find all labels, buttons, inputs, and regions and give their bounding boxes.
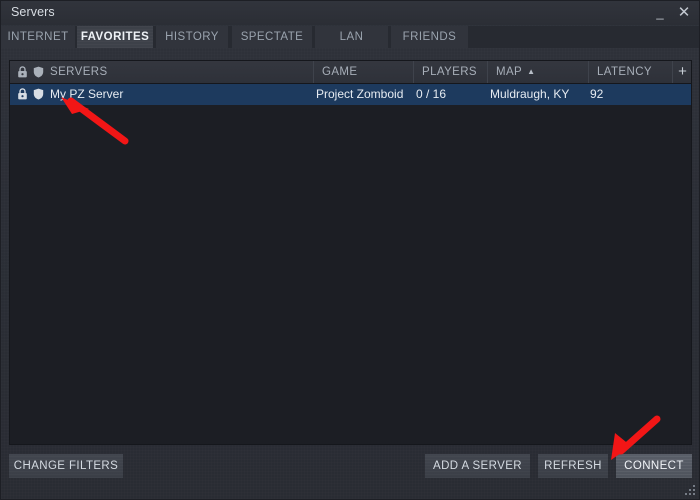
tab-favorites[interactable]: FAVORITES [77, 26, 153, 48]
window-title: Servers [11, 5, 55, 19]
close-icon[interactable]: ✕ [673, 1, 695, 25]
column-game-label: GAME [322, 66, 358, 78]
shield-icon [33, 88, 44, 100]
tab-history[interactable]: HISTORY [156, 26, 228, 48]
cell-game: Project Zomboid [316, 87, 404, 101]
server-list-panel: SERVERS GAME PLAYERS MAP ▲ LATENCY + My … [9, 60, 692, 445]
column-players[interactable]: PLAYERS [413, 61, 487, 83]
tab-lan[interactable]: LAN [315, 26, 388, 48]
column-game[interactable]: GAME [313, 61, 413, 83]
sort-ascending-icon: ▲ [527, 67, 536, 76]
shield-icon [33, 66, 44, 78]
column-latency-label: LATENCY [597, 66, 652, 78]
column-latency[interactable]: LATENCY [588, 61, 672, 83]
add-column-button[interactable]: + [672, 61, 692, 83]
lock-icon [17, 88, 28, 100]
connect-button[interactable]: CONNECT [616, 454, 692, 478]
tab-bar: INTERNET FAVORITES HISTORY SPECTATE LAN … [1, 26, 699, 48]
tab-friends[interactable]: FRIENDS [391, 26, 468, 48]
servers-window: Servers _ ✕ INTERNET FAVORITES HISTORY S… [0, 0, 700, 500]
cell-players: 0 / 16 [416, 87, 447, 101]
lock-icon [17, 66, 28, 78]
column-players-label: PLAYERS [422, 66, 477, 78]
cell-latency: 92 [590, 87, 604, 101]
resize-grip[interactable] [685, 485, 696, 496]
add-a-server-button[interactable]: ADD A SERVER [425, 454, 530, 478]
cell-server-name: My PZ Server [50, 87, 124, 101]
tab-internet[interactable]: INTERNET [1, 26, 75, 48]
column-map[interactable]: MAP ▲ [487, 61, 588, 83]
change-filters-button[interactable]: CHANGE FILTERS [9, 454, 123, 478]
title-bar: Servers _ ✕ [1, 1, 699, 25]
tab-spectate[interactable]: SPECTATE [232, 26, 312, 48]
refresh-button[interactable]: REFRESH [538, 454, 608, 478]
column-servers-label: SERVERS [50, 66, 108, 78]
minimize-icon[interactable]: _ [649, 1, 671, 25]
column-map-label: MAP [496, 66, 523, 79]
column-header-row: SERVERS GAME PLAYERS MAP ▲ LATENCY + [10, 61, 691, 84]
cell-map: Muldraugh, KY [490, 87, 570, 101]
column-servers[interactable]: SERVERS [50, 61, 313, 83]
server-row[interactable]: My PZ Server Project Zomboid 0 / 16 Muld… [10, 84, 691, 105]
